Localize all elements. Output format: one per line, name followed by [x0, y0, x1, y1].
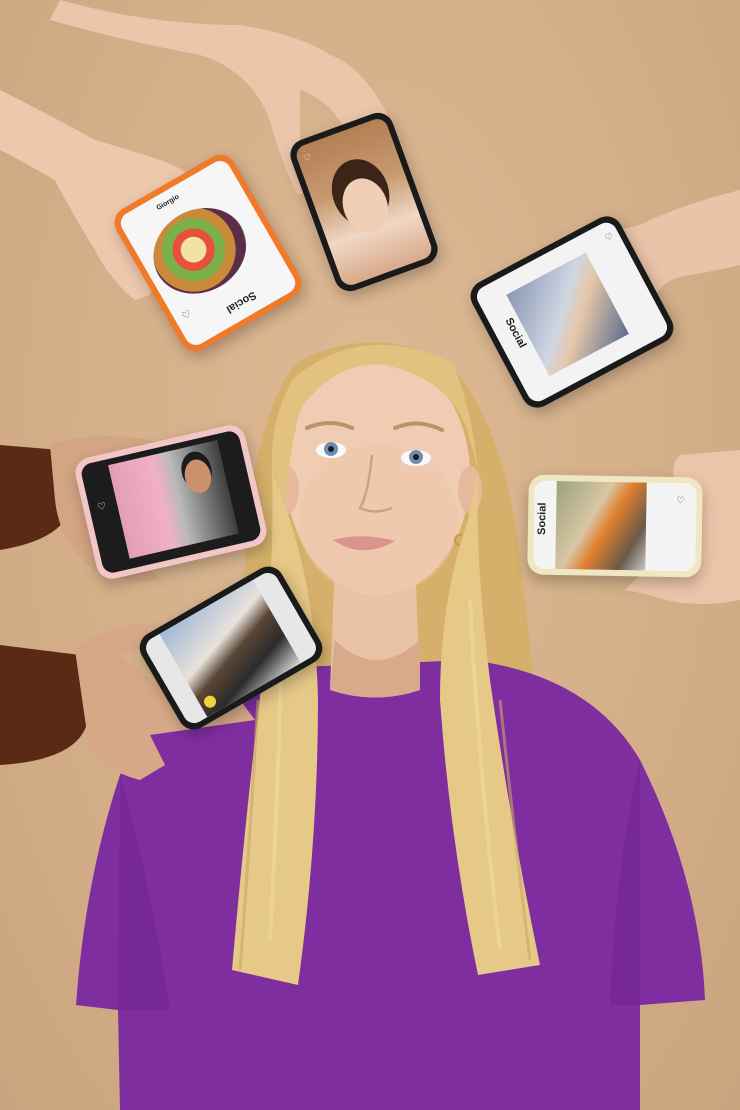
heart-icon: ♡: [676, 495, 685, 506]
heart-icon: ♡: [96, 500, 108, 514]
heart-icon: ♡: [301, 151, 313, 164]
phone-screen: Social ♡: [533, 480, 697, 572]
app-logo-text: Social: [224, 288, 259, 316]
selfie-face-image: [335, 171, 396, 240]
heart-icon: ♡: [180, 308, 194, 323]
post-username: Giorgio: [155, 193, 181, 213]
heart-icon: ♡: [603, 230, 615, 244]
phone-yellow: Social ♡: [527, 474, 703, 578]
friends-photo-image: [506, 252, 629, 377]
man-photo-image: [108, 440, 239, 559]
app-logo-text: Social: [536, 502, 549, 536]
photo-scene: Giorgio Social ♡ ♡ Social ♡ ♡ Social ♡: [0, 0, 740, 1110]
group-photo-image: [555, 480, 647, 571]
